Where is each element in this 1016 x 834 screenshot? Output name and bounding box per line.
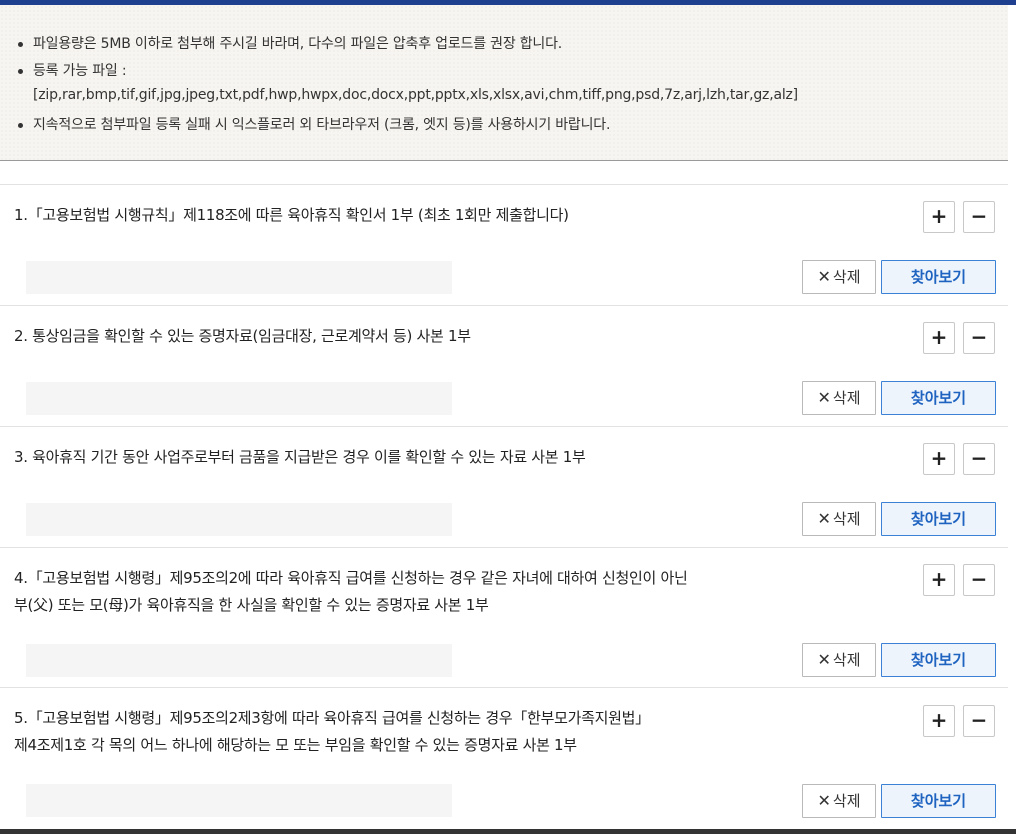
delete-label: 삭제 bbox=[832, 792, 861, 810]
attachment-item-3: 3. 육아휴직 기간 동안 사업주로부터 금품을 지급받은 경우 이를 확인할 … bbox=[0, 426, 1008, 547]
notice-allowed-extensions: [zip,rar,bmp,tif,gif,jpg,jpeg,txt,pdf,hw… bbox=[33, 87, 798, 103]
delete-file-button[interactable]: ✕ 삭제 bbox=[802, 502, 876, 536]
notice-allowed-files-label: 등록 가능 파일 : bbox=[33, 63, 127, 79]
attachment-item-title: 3. 육아휴직 기간 동안 사업주로부터 금품을 지급받은 경우 이를 확인할 … bbox=[14, 448, 586, 466]
attachment-item-1: 1.「고용보험법 시행규칙」제118조에 따른 육아휴직 확인서 1부 (최초 … bbox=[0, 184, 1008, 305]
attachment-item-title: 5.「고용보험법 시행령」제95조의2제3항에 따라 육아휴직 급여를 신청하는… bbox=[14, 709, 650, 727]
remove-file-button[interactable]: − bbox=[963, 564, 995, 596]
bullet-icon bbox=[18, 123, 23, 128]
add-file-button[interactable]: + bbox=[923, 322, 955, 354]
remove-file-button[interactable]: − bbox=[963, 201, 995, 233]
add-file-button[interactable]: + bbox=[923, 201, 955, 233]
close-icon: ✕ bbox=[817, 267, 831, 286]
file-path-field[interactable] bbox=[26, 784, 452, 817]
delete-label: 삭제 bbox=[832, 268, 861, 286]
delete-file-button[interactable]: ✕ 삭제 bbox=[802, 381, 876, 415]
close-icon: ✕ bbox=[817, 509, 831, 528]
attachment-item-title-line2: 부(父) 또는 모(母)가 육아휴직을 한 사실을 확인할 수 있는 증명자료 … bbox=[14, 596, 489, 614]
browse-file-button[interactable]: 찾아보기 bbox=[881, 643, 996, 677]
file-path-field[interactable] bbox=[26, 503, 452, 536]
attachment-item-title: 2. 통상임금을 확인할 수 있는 증명자료(임금대장, 근로계약서 등) 사본… bbox=[14, 327, 471, 345]
file-path-field[interactable] bbox=[26, 261, 452, 294]
delete-file-button[interactable]: ✕ 삭제 bbox=[802, 784, 876, 818]
remove-file-button[interactable]: − bbox=[963, 705, 995, 737]
attachment-item-title-line2: 제4조제1호 각 목의 어느 하나에 해당하는 모 또는 부임을 확인할 수 있… bbox=[14, 736, 577, 754]
upload-notice-box: 파일용량은 5MB 이하로 첨부해 주시길 바라며, 다수의 파일은 압축후 업… bbox=[0, 5, 1008, 161]
add-file-button[interactable]: + bbox=[923, 443, 955, 475]
browse-file-button[interactable]: 찾아보기 bbox=[881, 381, 996, 415]
close-icon: ✕ bbox=[817, 650, 831, 669]
remove-file-button[interactable]: − bbox=[963, 443, 995, 475]
delete-label: 삭제 bbox=[832, 510, 861, 528]
notice-file-size: 파일용량은 5MB 이하로 첨부해 주시길 바라며, 다수의 파일은 압축후 업… bbox=[33, 36, 563, 52]
notice-browser-tip: 지속적으로 첨부파일 등록 실패 시 익스플로러 외 타브라우저 (크롬, 엣지… bbox=[33, 117, 611, 133]
add-file-button[interactable]: + bbox=[923, 705, 955, 737]
delete-file-button[interactable]: ✕ 삭제 bbox=[802, 643, 876, 677]
attachment-item-title: 1.「고용보험법 시행규칙」제118조에 따른 육아휴직 확인서 1부 (최초 … bbox=[14, 206, 569, 224]
attachment-item-2: 2. 통상임금을 확인할 수 있는 증명자료(임금대장, 근로계약서 등) 사본… bbox=[0, 305, 1008, 426]
attachment-item-5: 5.「고용보험법 시행령」제95조의2제3항에 따라 육아휴직 급여를 신청하는… bbox=[0, 687, 1008, 829]
delete-label: 삭제 bbox=[832, 389, 861, 407]
browse-file-button[interactable]: 찾아보기 bbox=[881, 502, 996, 536]
bottom-border-bar bbox=[0, 829, 1016, 834]
file-path-field[interactable] bbox=[26, 644, 452, 677]
delete-label: 삭제 bbox=[832, 651, 861, 669]
remove-file-button[interactable]: − bbox=[963, 322, 995, 354]
delete-file-button[interactable]: ✕ 삭제 bbox=[802, 260, 876, 294]
bullet-icon bbox=[18, 42, 23, 47]
attachment-item-title: 4.「고용보험법 시행령」제95조의2에 따라 육아휴직 급여를 신청하는 경우… bbox=[14, 569, 688, 587]
bullet-icon bbox=[18, 69, 23, 74]
close-icon: ✕ bbox=[817, 388, 831, 407]
close-icon: ✕ bbox=[817, 791, 831, 810]
file-path-field[interactable] bbox=[26, 382, 452, 415]
browse-file-button[interactable]: 찾아보기 bbox=[881, 784, 996, 818]
browse-file-button[interactable]: 찾아보기 bbox=[881, 260, 996, 294]
attachment-item-4: 4.「고용보험법 시행령」제95조의2에 따라 육아휴직 급여를 신청하는 경우… bbox=[0, 547, 1008, 687]
add-file-button[interactable]: + bbox=[923, 564, 955, 596]
